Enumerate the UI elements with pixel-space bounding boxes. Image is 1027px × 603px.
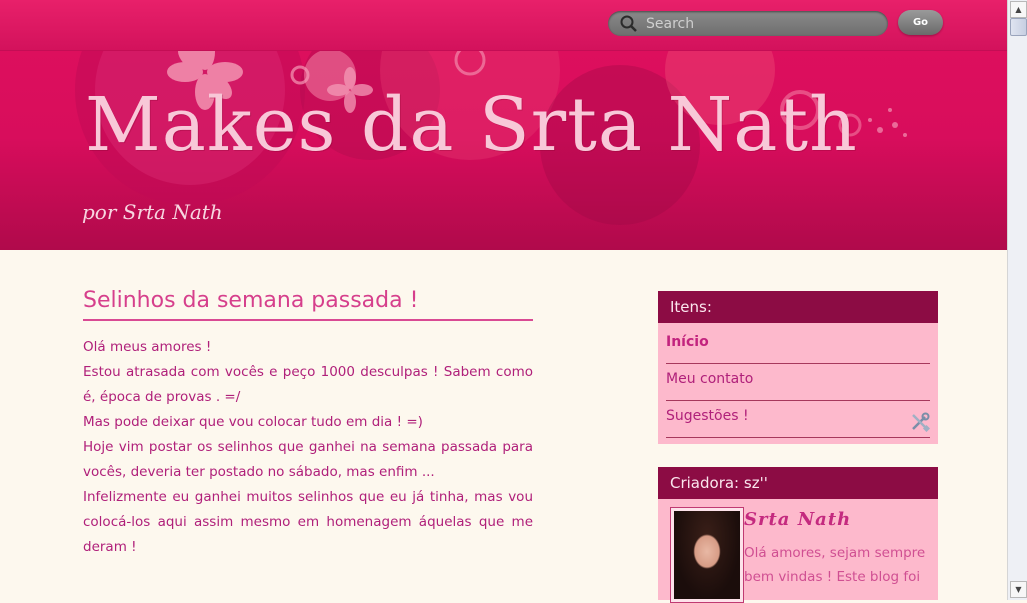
- profile-name: Srta Nath: [744, 509, 852, 530]
- post-paragraph: Hoje vim postar os selinhos que ganhei n…: [83, 439, 533, 480]
- post-body: Olá meus amores ! Estou atrasada com voc…: [83, 335, 533, 560]
- search-input[interactable]: [646, 13, 876, 34]
- post-paragraph: Estou atrasada com vocês e peço 1000 des…: [83, 364, 533, 405]
- post-title[interactable]: Selinhos da semana passada !: [83, 288, 533, 321]
- go-button[interactable]: Go: [898, 10, 943, 35]
- menu-widget: Itens: Início Meu contato Sugestões !: [658, 291, 938, 444]
- search-box: [608, 11, 888, 36]
- avatar[interactable]: [674, 511, 740, 599]
- profile-content: Criadora: sz'' Srta Nath Olá amores, sej…: [658, 467, 938, 603]
- sidebar-menu: Início Meu contato Sugestões !: [658, 323, 938, 444]
- blog-byline: por Srta Nath: [82, 200, 223, 224]
- vertical-scrollbar[interactable]: ▲ ▼: [1007, 0, 1027, 600]
- post-paragraph: Infelizmente eu ganhei muitos selinhos q…: [83, 489, 533, 555]
- menu-item-sugestoes[interactable]: Sugestões !: [666, 401, 930, 438]
- scroll-down-arrow-icon[interactable]: ▼: [1010, 581, 1027, 598]
- profile-bio: Olá amores, sejam sempre bem vindas ! Es…: [744, 545, 926, 585]
- blog-post: Selinhos da semana passada ! Olá meus am…: [83, 288, 533, 560]
- blog-header: Go Makes da Srta Nath por Srta Nath: [0, 0, 1007, 250]
- edit-tools-icon[interactable]: [910, 412, 930, 432]
- scroll-up-arrow-icon[interactable]: ▲: [1010, 1, 1027, 18]
- profile-widget: Criadora: sz'' Srta Nath Olá amores, sej…: [658, 467, 938, 603]
- menu-widget-title: Itens:: [658, 291, 938, 323]
- menu-item-inicio[interactable]: Início: [666, 327, 930, 364]
- avatar-frame[interactable]: [670, 507, 744, 603]
- scroll-thumb[interactable]: [1010, 18, 1027, 36]
- menu-item-meu-contato[interactable]: Meu contato: [666, 364, 930, 401]
- post-paragraph: Mas pode deixar que vou colocar tudo em …: [83, 414, 423, 430]
- post-paragraph: Olá meus amores !: [83, 339, 212, 355]
- blog-title[interactable]: Makes da Srta Nath: [85, 82, 858, 168]
- search-icon: [620, 15, 637, 32]
- profile-widget-title: Criadora: sz'': [658, 467, 938, 499]
